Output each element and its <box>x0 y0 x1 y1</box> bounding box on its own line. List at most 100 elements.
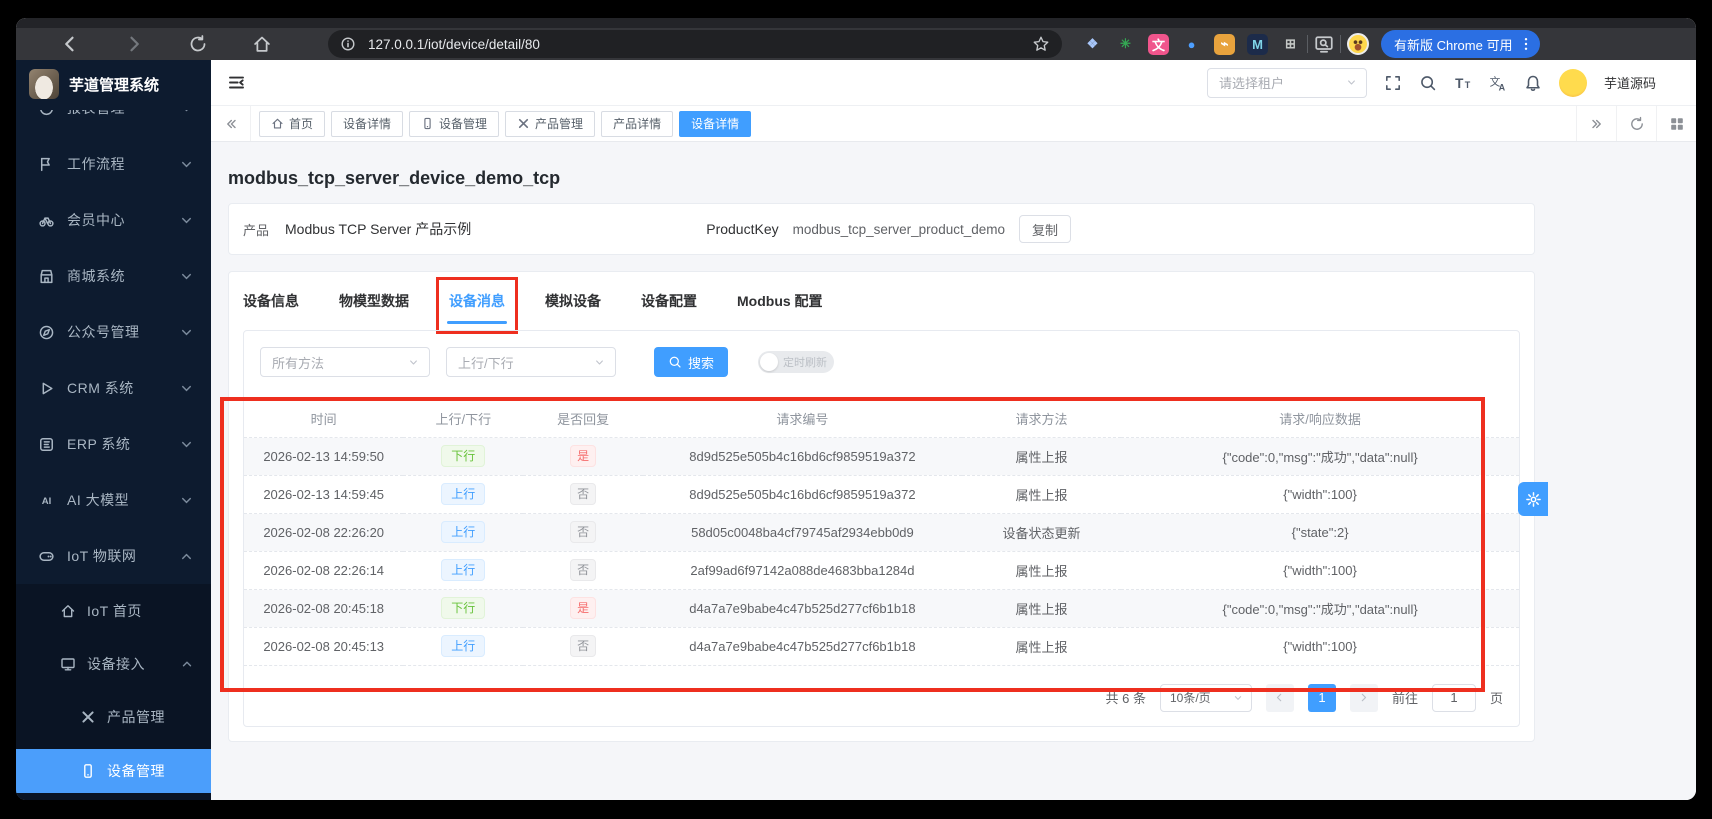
chrome-update-label: 有新版 Chrome 可用 <box>1394 35 1512 54</box>
translate-icon[interactable]: 文A <box>1489 74 1507 92</box>
page-tab-3[interactable]: 产品管理 <box>505 111 595 137</box>
goto-page-input[interactable] <box>1432 684 1476 712</box>
method-filter-select[interactable]: 所有方法 <box>260 347 430 377</box>
sidebar-item-iot[interactable]: IoT 物联网 <box>16 536 211 576</box>
detail-tab-label: 设备消息 <box>449 293 505 309</box>
browser-home-icon[interactable] <box>252 34 272 54</box>
page-size-value: 10条/页 <box>1170 689 1211 706</box>
browser-forward-icon[interactable] <box>124 34 144 54</box>
table-row[interactable]: 2026-02-08 20:45:18 下行 是 d4a7a7e9babe4c4… <box>244 589 1519 627</box>
direction-filter-select[interactable]: 上行/下行 <box>446 347 616 377</box>
address-bar[interactable]: 127.0.0.1/iot/device/detail/80 <box>328 30 1062 58</box>
svg-text:AI: AI <box>42 496 52 507</box>
translate-extension-icon[interactable]: 文 <box>1148 34 1169 55</box>
prev-page-button[interactable] <box>1266 684 1294 712</box>
search-icon[interactable] <box>1419 74 1437 92</box>
browser-profile-avatar[interactable] <box>1347 33 1369 55</box>
sidebar-item-member[interactable]: 会员中心 <box>16 200 211 240</box>
star-extension-icon[interactable]: ✳ <box>1115 34 1136 55</box>
reply-badge: 是 <box>570 445 596 467</box>
sidebar-item-erp[interactable]: ERP 系统 <box>16 424 211 464</box>
cell-data: {"width":100} <box>1121 627 1519 665</box>
sidebar-item-product-mgmt[interactable]: 产品管理 <box>16 696 211 738</box>
grid-extension-icon[interactable]: ❖ <box>1082 34 1103 55</box>
chevron-down-icon <box>593 356 606 369</box>
sidebar-item-iot-home[interactable]: IoT 首页 <box>16 590 211 632</box>
page-tabs-bar: 首页设备详情设备管理产品管理产品详情设备详情 <box>211 106 1696 142</box>
detail-tab-1[interactable]: 物模型数据 <box>339 291 409 311</box>
site-info-icon[interactable] <box>340 36 356 52</box>
tabs-collapse-left-button[interactable] <box>211 106 251 141</box>
pagination: 共 6 条 10条/页 1 前往 页 <box>260 684 1503 712</box>
bookmark-star-icon[interactable] <box>1032 35 1050 53</box>
home-icon <box>60 603 76 619</box>
page-tab-4[interactable]: 产品详情 <box>601 111 673 137</box>
fullscreen-icon[interactable] <box>1384 74 1402 92</box>
detail-tab-5[interactable]: Modbus 配置 <box>737 291 823 311</box>
broom-extension-icon[interactable]: ⌁ <box>1214 34 1235 55</box>
page-tab-1[interactable]: 设备详情 <box>331 111 403 137</box>
browser-menu-icon[interactable] <box>1518 36 1534 52</box>
cell-reply: 否 <box>523 627 643 665</box>
screen-search-icon[interactable] <box>1314 34 1334 54</box>
sidebar-item-device-mgmt[interactable]: 设备管理 <box>16 749 211 793</box>
m-extension-icon[interactable]: M <box>1247 34 1268 55</box>
next-page-button[interactable] <box>1350 684 1378 712</box>
font-size-icon[interactable]: TT <box>1454 74 1472 92</box>
browser-back-icon[interactable] <box>60 34 80 54</box>
detail-tabs: 设备信息 物模型数据 设备消息 模拟设备 设备配置 Modbus 配置 <box>243 272 1520 330</box>
page-tab-0[interactable]: 首页 <box>259 111 325 137</box>
detail-tab-2[interactable]: 设备消息 <box>449 291 505 311</box>
sidebar-item-mp[interactable]: 公众号管理 <box>16 312 211 352</box>
copy-button[interactable]: 复制 <box>1019 215 1071 243</box>
tab-refresh-button[interactable] <box>1616 106 1656 141</box>
chrome-update-button[interactable]: 有新版 Chrome 可用 <box>1381 30 1540 58</box>
browser-window: 127.0.0.1/iot/device/detail/80 ❖ ✳ 文 ● ⌁ M ⊞ 有… <box>16 18 1696 800</box>
user-name[interactable]: 芋道源码 <box>1604 73 1656 92</box>
sidebar-item-device-access[interactable]: 设备接入 <box>16 643 211 685</box>
user-avatar[interactable] <box>1559 69 1587 97</box>
puzzle-extension-icon[interactable]: ⊞ <box>1280 34 1301 55</box>
logo-image <box>29 69 59 99</box>
notification-bell-icon[interactable] <box>1524 74 1542 92</box>
device-detail-card: 设备信息 物模型数据 设备消息 模拟设备 设备配置 Modbus 配置 所有方法 上行/下… <box>228 271 1535 742</box>
detail-tab-3[interactable]: 模拟设备 <box>545 291 601 311</box>
sidebar-item-report[interactable]: 报表管理 <box>16 110 211 130</box>
app-title: 芋道管理系统 <box>69 74 159 95</box>
browser-reload-icon[interactable] <box>188 34 208 54</box>
table-row[interactable]: 2026-02-08 22:26:20 上行 否 58d05c0048ba4cf… <box>244 513 1519 551</box>
table-row[interactable]: 2026-02-13 14:59:45 上行 否 8d9d525e505b4c1… <box>244 475 1519 513</box>
phone-icon <box>80 763 96 779</box>
cell-method: 属性上报 <box>962 475 1121 513</box>
detail-tab-4[interactable]: 设备配置 <box>641 291 697 311</box>
detail-tab-0[interactable]: 设备信息 <box>243 291 299 311</box>
current-page-button[interactable]: 1 <box>1308 684 1336 712</box>
page-tab-2[interactable]: 设备管理 <box>409 111 499 137</box>
table-row[interactable]: 2026-02-13 14:59:50 下行 是 8d9d525e505b4c1… <box>244 437 1519 475</box>
tabs-expand-right-button[interactable] <box>1576 106 1616 141</box>
sidebar-item-label: 设备接入 <box>87 654 145 674</box>
sidebar-item-mall[interactable]: 商城系统 <box>16 256 211 296</box>
app-logo[interactable]: 芋道管理系统 <box>16 60 211 108</box>
auto-refresh-toggle[interactable]: 定时刷新 <box>758 351 834 373</box>
sidebar-item-workflow[interactable]: 工作流程 <box>16 144 211 184</box>
detail-tab-label: 模拟设备 <box>545 293 601 309</box>
cell-time: 2026-02-08 20:45:18 <box>244 589 403 627</box>
chevron-down-icon <box>178 324 195 341</box>
cell-data: {"width":100} <box>1121 551 1519 589</box>
table-row[interactable]: 2026-02-08 20:45:13 上行 否 d4a7a7e9babe4c4… <box>244 627 1519 665</box>
page-tab-5[interactable]: 设备详情 <box>679 111 751 137</box>
menu-fold-icon[interactable] <box>227 73 246 92</box>
settings-gear-button[interactable] <box>1518 482 1548 516</box>
sidebar-item-crm[interactable]: CRM 系统 <box>16 368 211 408</box>
column-header: 上行/下行 <box>403 401 523 437</box>
balloon-extension-icon[interactable]: ● <box>1181 34 1202 55</box>
chevron-down-icon <box>178 212 195 229</box>
page-size-select[interactable]: 10条/页 <box>1160 684 1252 712</box>
tab-layout-grid-button[interactable] <box>1656 106 1696 141</box>
table-row[interactable]: 2026-02-08 22:26:14 上行 否 2af99ad6f97142a… <box>244 551 1519 589</box>
sidebar-item-ai[interactable]: AIAI 大模型 <box>16 480 211 520</box>
search-button[interactable]: 搜索 <box>654 347 728 377</box>
tenant-select[interactable]: 请选择租户 <box>1207 68 1367 98</box>
tools-icon <box>80 709 96 725</box>
